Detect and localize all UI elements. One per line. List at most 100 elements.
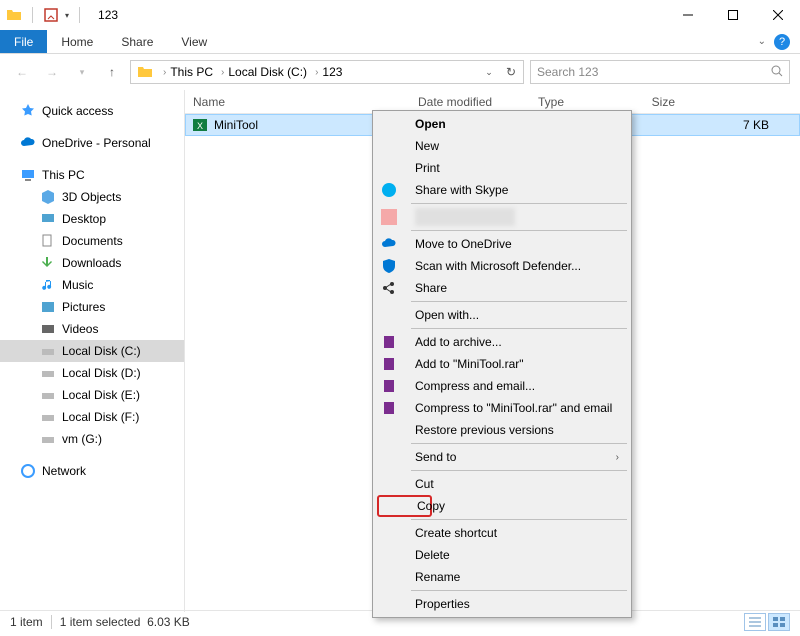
back-button[interactable]: ← — [10, 60, 34, 84]
shield-icon — [381, 258, 397, 274]
ctx-add-rar[interactable]: Add to "MiniTool.rar" — [375, 353, 629, 375]
ctx-print[interactable]: Print — [375, 157, 629, 179]
sidebar-item-network[interactable]: Network — [0, 460, 184, 482]
music-icon — [40, 277, 56, 293]
sidebar-item-local-disk-f[interactable]: Local Disk (F:) — [0, 406, 184, 428]
tab-view[interactable]: View — [167, 30, 221, 53]
sidebar-item-local-disk-d[interactable]: Local Disk (D:) — [0, 362, 184, 384]
tab-home[interactable]: Home — [47, 30, 107, 53]
ctx-open[interactable]: Open — [375, 113, 629, 135]
window-title: 123 — [98, 8, 118, 22]
up-button[interactable]: ↑ — [100, 60, 124, 84]
view-details-button[interactable] — [744, 613, 766, 631]
sidebar-item-videos[interactable]: Videos — [0, 318, 184, 340]
rar-icon — [381, 400, 397, 416]
address-bar[interactable]: ›This PC ›Local Disk (C:) ›123 ⌄ ↻ — [130, 60, 524, 84]
sidebar-item-documents[interactable]: Documents — [0, 230, 184, 252]
context-menu: Open New Print Share with Skype Move to … — [372, 110, 632, 618]
skype-icon — [381, 182, 397, 198]
help-button[interactable]: ? — [774, 34, 790, 50]
ctx-open-with[interactable]: Open with... — [375, 304, 629, 326]
close-button[interactable] — [755, 0, 800, 30]
ctx-share[interactable]: Share — [375, 277, 629, 299]
pictures-icon — [40, 299, 56, 315]
file-tab[interactable]: File — [0, 30, 47, 53]
sidebar-item-downloads[interactable]: Downloads — [0, 252, 184, 274]
ctx-create-shortcut[interactable]: Create shortcut — [375, 522, 629, 544]
share-icon — [381, 280, 397, 296]
minimize-button[interactable] — [665, 0, 710, 30]
rar-icon — [381, 378, 397, 394]
rar-icon — [381, 356, 397, 372]
redacted-icon — [381, 209, 397, 225]
cloud-icon — [20, 135, 36, 151]
sidebar-item-this-pc[interactable]: This PC — [0, 164, 184, 186]
file-size: 7 KB — [743, 118, 769, 132]
pc-icon — [20, 167, 36, 183]
column-date[interactable]: Date modified — [410, 95, 530, 109]
cube-icon — [40, 189, 56, 205]
maximize-button[interactable] — [710, 0, 755, 30]
column-size[interactable]: Size — [635, 95, 695, 109]
qat-dropdown-icon[interactable]: ▾ — [65, 11, 69, 20]
ctx-cut[interactable]: Cut — [375, 473, 629, 495]
ctx-compress-rar-email[interactable]: Compress to "MiniTool.rar" and email — [375, 397, 629, 419]
sidebar-item-music[interactable]: Music — [0, 274, 184, 296]
excel-icon: X — [192, 117, 208, 133]
sidebar-item-onedrive[interactable]: OneDrive - Personal — [0, 132, 184, 154]
drive-icon — [40, 387, 56, 403]
ctx-add-archive[interactable]: Add to archive... — [375, 331, 629, 353]
forward-button[interactable]: → — [40, 60, 64, 84]
sidebar-item-local-disk-c[interactable]: Local Disk (C:) — [0, 340, 184, 362]
folder-icon — [6, 7, 22, 23]
ctx-rename[interactable]: Rename — [375, 566, 629, 588]
ctx-restore-versions[interactable]: Restore previous versions — [375, 419, 629, 441]
videos-icon — [40, 321, 56, 337]
search-placeholder: Search 123 — [537, 65, 598, 79]
downloads-icon — [40, 255, 56, 271]
ctx-compress-email[interactable]: Compress and email... — [375, 375, 629, 397]
ctx-new[interactable]: New — [375, 135, 629, 157]
column-type[interactable]: Type — [530, 95, 635, 109]
title-bar: ▾ 123 — [0, 0, 800, 30]
sidebar-item-vm-g[interactable]: vm (G:) — [0, 428, 184, 450]
refresh-button[interactable]: ↻ — [501, 62, 521, 82]
recent-locations-button[interactable]: ▾ — [70, 60, 94, 84]
tab-share[interactable]: Share — [107, 30, 167, 53]
ctx-scan-defender[interactable]: Scan with Microsoft Defender... — [375, 255, 629, 277]
breadcrumb-local-disk-c[interactable]: Local Disk (C:) — [228, 65, 307, 79]
drive-icon — [40, 409, 56, 425]
search-icon[interactable] — [771, 65, 783, 80]
sidebar-item-3d-objects[interactable]: 3D Objects — [0, 186, 184, 208]
sidebar-item-quick-access[interactable]: Quick access — [0, 100, 184, 122]
ctx-share-skype[interactable]: Share with Skype — [375, 179, 629, 201]
ctx-copy[interactable]: Copy — [377, 495, 432, 517]
address-dropdown-icon[interactable]: ⌄ — [479, 62, 499, 82]
navigation-pane: Quick access OneDrive - Personal This PC… — [0, 90, 185, 612]
breadcrumb-this-pc[interactable]: This PC — [170, 65, 213, 79]
sidebar-item-desktop[interactable]: Desktop — [0, 208, 184, 230]
search-input[interactable]: Search 123 — [530, 60, 790, 84]
ctx-send-to[interactable]: Send to› — [375, 446, 629, 468]
desktop-icon — [40, 211, 56, 227]
ctx-properties[interactable]: Properties — [375, 593, 629, 615]
status-item-count: 1 item — [10, 615, 43, 629]
documents-icon — [40, 233, 56, 249]
cloud-icon — [381, 236, 397, 252]
view-large-icons-button[interactable] — [768, 613, 790, 631]
rar-icon — [381, 334, 397, 350]
ctx-move-onedrive[interactable]: Move to OneDrive — [375, 233, 629, 255]
ribbon-tabs: File Home Share View ⌄ ? — [0, 30, 800, 54]
status-selected: 1 item selected — [60, 615, 141, 629]
sidebar-item-local-disk-e[interactable]: Local Disk (E:) — [0, 384, 184, 406]
network-icon — [20, 463, 36, 479]
column-name[interactable]: Name — [185, 95, 410, 109]
ctx-delete[interactable]: Delete — [375, 544, 629, 566]
expand-ribbon-icon[interactable]: ⌄ — [758, 36, 766, 47]
sidebar-item-pictures[interactable]: Pictures — [0, 296, 184, 318]
svg-text:X: X — [197, 121, 203, 131]
drive-icon — [40, 343, 56, 359]
breadcrumb-123[interactable]: 123 — [322, 65, 342, 79]
ctx-redacted[interactable] — [375, 206, 629, 228]
properties-icon[interactable] — [43, 7, 59, 23]
